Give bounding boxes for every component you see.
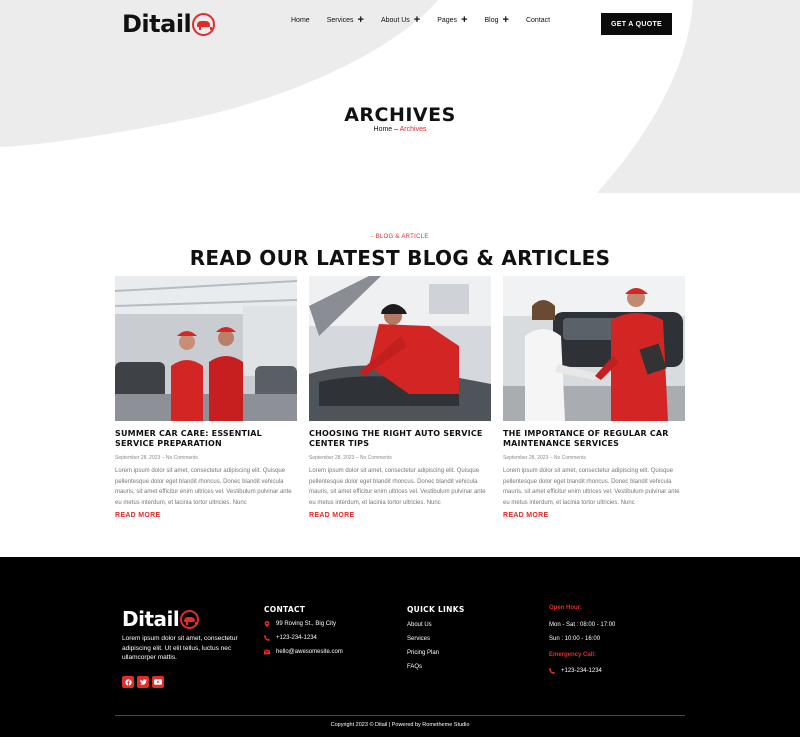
nav-label: Services — [326, 17, 354, 24]
blog-card-title[interactable]: THE IMPORTANCE OF REGULAR CAR MAINTENANC… — [503, 429, 685, 451]
social-links — [122, 676, 167, 688]
footer-logo[interactable]: Ditail — [122, 606, 200, 632]
nav-item-home[interactable]: Home — [291, 17, 310, 24]
contact-phone[interactable]: +123-234-1234 — [264, 635, 317, 641]
contact-email[interactable]: hello@awesomesite.com — [264, 649, 343, 655]
nav-item-blog[interactable]: Blog + — [484, 14, 509, 26]
quick-link-faqs[interactable]: FAQs — [407, 664, 422, 670]
copyright-text: Copyright 2023 © Ditail | Powered by Rom… — [330, 722, 470, 728]
plus-icon: + — [357, 14, 364, 26]
nav-label: Blog — [484, 17, 499, 24]
read-more-link[interactable]: READ MORE — [503, 512, 685, 519]
logo-wordmark: Ditail — [122, 10, 192, 38]
nav-label: Pages — [437, 17, 458, 24]
envelope-icon — [264, 649, 270, 655]
page-title: ARCHIVES — [344, 104, 456, 126]
site-logo[interactable]: Ditail — [122, 10, 216, 38]
read-more-link[interactable]: READ MORE — [115, 512, 297, 519]
breadcrumb-separator: – — [392, 126, 400, 133]
plus-icon: + — [502, 14, 509, 26]
blog-card-excerpt: Lorem ipsum dolor sit amet, consectetur … — [503, 468, 680, 506]
sunday-hours: Sun : 10:00 - 16:00 — [549, 636, 601, 642]
blog-card-excerpt: Lorem ipsum dolor sit amet, consectetur … — [115, 468, 292, 506]
blog-card-title[interactable]: CHOOSING THE RIGHT AUTO SERVICE CENTER T… — [309, 429, 491, 451]
site-header: Ditail Home Services + About Us + Pages … — [0, 0, 800, 48]
two-mechanics-in-garage-photo[interactable] — [115, 276, 297, 421]
blog-card-title[interactable]: SUMMER CAR CARE: ESSENTIAL SERVICE PREPA… — [115, 429, 297, 451]
map-pin-icon — [264, 621, 270, 627]
facebook-icon[interactable] — [122, 676, 134, 688]
section-eyebrow: - BLOG & ARTICLE — [371, 234, 429, 240]
contact-address-text: 99 Roving St., Big City — [276, 621, 337, 627]
plus-icon: + — [461, 14, 468, 26]
emergency-phone-text: +123-234-1234 — [561, 668, 602, 674]
emergency-call-label: Emergency Call: — [549, 652, 597, 658]
nav-label: Contact — [525, 17, 551, 24]
car-logo-icon — [180, 609, 200, 629]
nav-item-contact[interactable]: Contact — [526, 17, 550, 24]
nav-item-pages[interactable]: Pages + — [437, 14, 468, 26]
blog-card: SUMMER CAR CARE: ESSENTIAL SERVICE PREPA… — [115, 276, 297, 519]
blog-card: THE IMPORTANCE OF REGULAR CAR MAINTENANC… — [503, 276, 685, 519]
quick-link-pricing-plan[interactable]: Pricing Plan — [407, 650, 439, 656]
plus-icon: + — [413, 14, 421, 26]
twitter-icon[interactable] — [137, 676, 149, 688]
phone-icon — [549, 668, 555, 674]
blog-card-meta: September 28, 2023 – No Comments — [115, 455, 198, 461]
nav-label: About Us — [380, 17, 410, 24]
phone-icon — [264, 635, 270, 641]
read-more-link[interactable]: READ MORE — [309, 512, 491, 519]
nav-item-about[interactable]: About Us + — [380, 14, 421, 26]
breadcrumb-home[interactable]: Home — [374, 126, 393, 133]
quick-link-about-us[interactable]: About Us — [407, 622, 432, 628]
nav-item-services[interactable]: Services + — [326, 14, 364, 26]
section-title: READ OUR LATEST BLOG & ARTICLES — [189, 246, 611, 270]
car-logo-icon — [192, 12, 216, 36]
open-hour-label: Open Hour: — [549, 605, 582, 611]
footer-about-text: Lorem ipsum dolor sit amet, consectetur … — [122, 635, 238, 661]
get-a-quote-button[interactable]: GET A QUOTE — [601, 13, 672, 35]
contact-heading: CONTACT — [264, 605, 306, 614]
blog-card-excerpt: Lorem ipsum dolor sit amet, consectetur … — [309, 468, 486, 506]
breadcrumb-current: Archives — [399, 126, 427, 133]
quick-links-heading: QUICK LINKS — [407, 605, 465, 614]
contact-address: 99 Roving St., Big City — [264, 621, 336, 627]
mechanic-handshake-customer-photo[interactable] — [503, 276, 685, 421]
quick-link-services[interactable]: Services — [407, 636, 430, 642]
site-footer: Ditail Lorem ipsum dolor sit amet, conse… — [0, 557, 800, 737]
weekday-hours: Mon - Sat : 08:00 - 17:00 — [549, 622, 616, 628]
emergency-phone[interactable]: +123-234-1234 — [549, 668, 602, 674]
hero-section: Ditail Home Services + About Us + Pages … — [0, 0, 800, 193]
contact-email-text: hello@awesomesite.com — [276, 649, 343, 655]
breadcrumb: Home – Archives — [0, 126, 800, 133]
footer-divider — [115, 715, 685, 716]
main-nav: Home Services + About Us + Pages + Blog … — [291, 14, 550, 26]
youtube-icon[interactable] — [152, 676, 164, 688]
blog-card: CHOOSING THE RIGHT AUTO SERVICE CENTER T… — [309, 276, 491, 519]
logo-wordmark: Ditail — [122, 607, 180, 631]
mechanic-inspecting-engine-photo[interactable] — [309, 276, 491, 421]
nav-label: Home — [291, 17, 310, 24]
blog-card-meta: September 28, 2023 – No Comments — [503, 455, 586, 461]
blog-card-meta: September 28, 2023 – No Comments — [309, 455, 392, 461]
contact-phone-text: +123-234-1234 — [276, 635, 317, 641]
